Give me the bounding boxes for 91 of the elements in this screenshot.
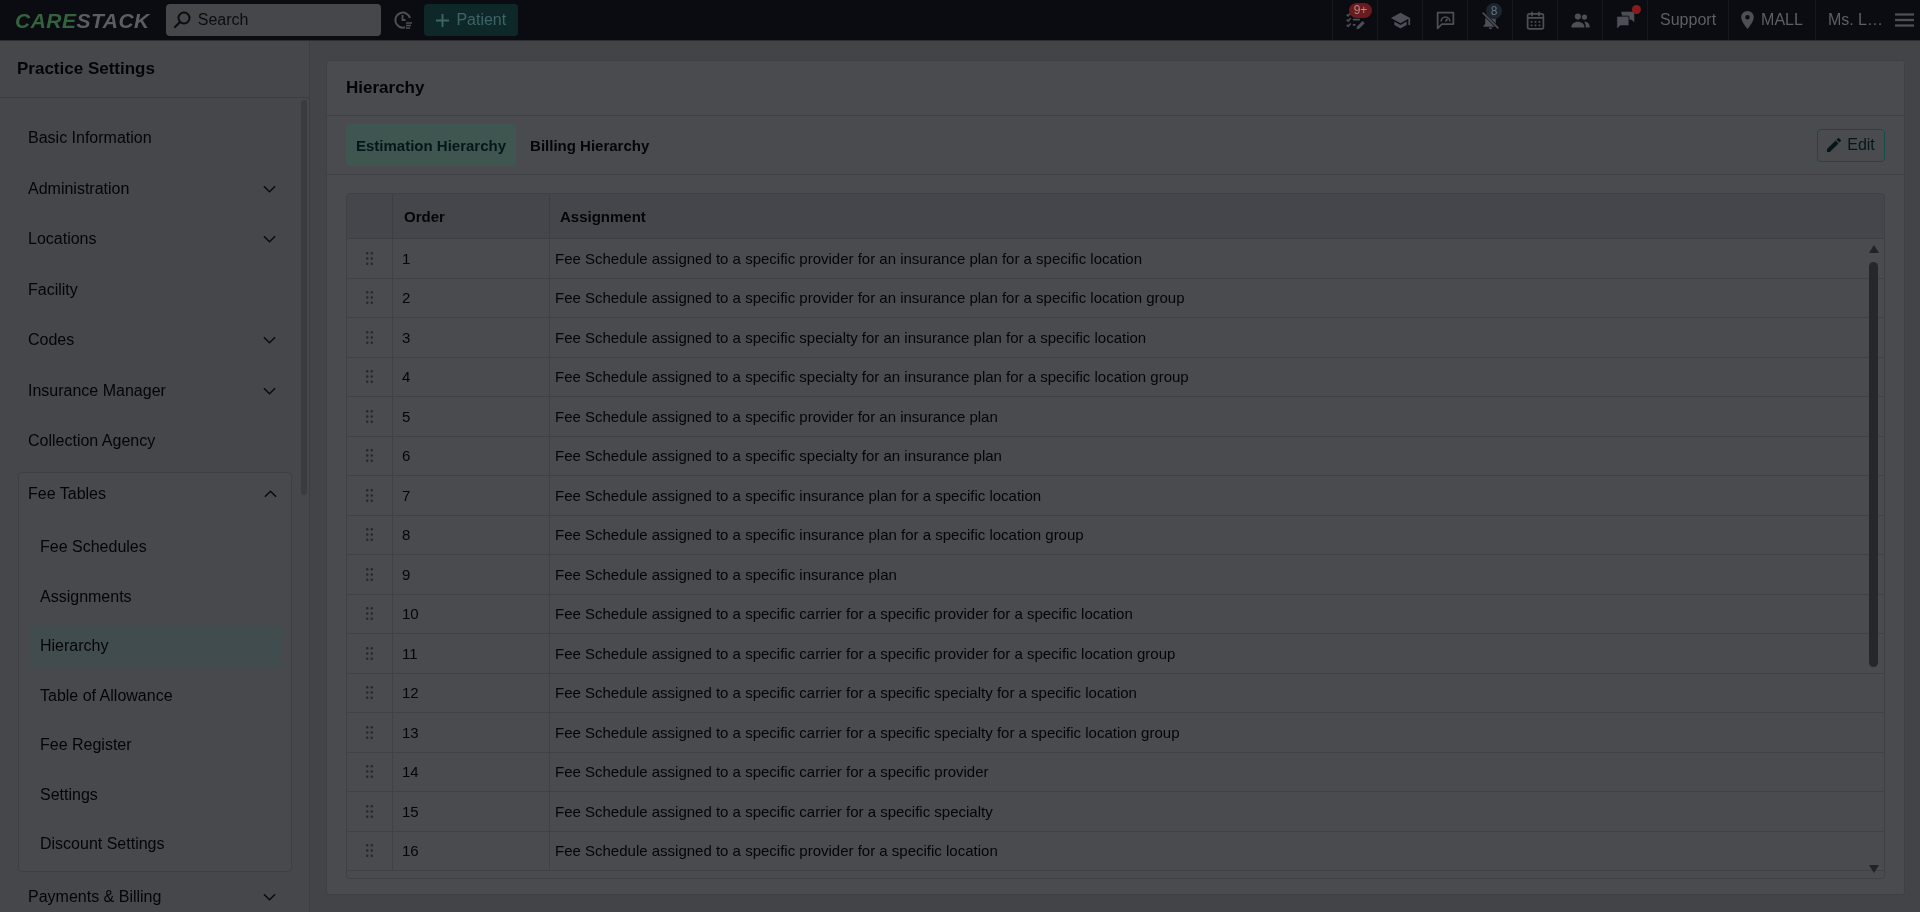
speech-bubble-gauge-icon[interactable] [1434, 9, 1456, 31]
notification-count: 8 [1486, 3, 1503, 19]
sidebar-item[interactable]: Administration [18, 163, 284, 214]
table-cell: 3 [402, 328, 411, 346]
table-cell: 6 [402, 447, 411, 465]
table-cell: Fee Schedule assigned to a specific provider for an insurance plan [555, 407, 998, 425]
drag-handle-icon[interactable] [366, 567, 373, 581]
table-cell: Fee Schedule assigned to a specific provider for an insurance plan for a specific location group [555, 289, 1185, 307]
table-cell: 16 [402, 842, 419, 860]
sidebar-item[interactable]: Basic Information [18, 113, 284, 164]
sidebar-item[interactable]: Payments & Billing [18, 872, 284, 912]
sidebar-item[interactable]: Facility [18, 264, 284, 315]
sidebar-item[interactable]: Insurance Manager [18, 365, 284, 416]
drag-handle-icon[interactable] [366, 646, 373, 660]
table-cell: 10 [402, 605, 419, 623]
tab[interactable]: Billing Hierarchy [520, 124, 660, 166]
drag-handle-icon[interactable] [366, 251, 373, 265]
sidebar-subitem[interactable]: Hierarchy [30, 625, 281, 668]
table-cell: 9 [402, 565, 411, 583]
table-cell: Fee Schedule assigned to a specific insurance plan for a specific location [555, 486, 1042, 504]
table-cell: 4 [402, 368, 411, 386]
table-cell: 1 [402, 249, 411, 267]
table-cell: Fee Schedule assigned to a specific carrier for a specific specialty for a specific location group [555, 723, 1180, 741]
search-icon [172, 11, 191, 29]
column-header: Assignment [549, 194, 646, 238]
table-cell: 11 [402, 644, 418, 662]
user-menu[interactable]: Ms. L… [1827, 11, 1883, 29]
scroll-up-arrow-icon[interactable] [1868, 245, 1879, 253]
sidebar-subitem[interactable]: Fee Register [30, 720, 281, 770]
drag-handle-icon[interactable] [366, 291, 373, 305]
drag-handle-icon[interactable] [366, 607, 373, 621]
sidebar-subitem[interactable]: Settings [30, 770, 281, 820]
table-cell: Fee Schedule assigned to a specific carrier for a specific provider for a specific location group [555, 644, 1176, 662]
drag-handle-icon[interactable] [366, 686, 373, 700]
chat-bubbles-icon[interactable] [1614, 9, 1636, 31]
drag-handle-icon[interactable] [366, 765, 373, 779]
notification-count: 9+ [1349, 3, 1373, 18]
table-cell: Fee Schedule assigned to a specific carrier for a specific specialty [555, 802, 993, 820]
table-cell: 2 [402, 289, 411, 307]
sidebar-title: Practice Settings [17, 59, 155, 79]
location-pin-icon [1741, 11, 1755, 29]
logo[interactable]: CARESTACK [15, 9, 150, 31]
table-cell: Fee Schedule assigned to a specific carrier for a specific provider [555, 763, 989, 781]
edit-button[interactable]: Edit [1817, 128, 1885, 162]
table-cell: Fee Schedule assigned to a specific insurance plan [555, 565, 897, 583]
drag-handle-icon[interactable] [366, 370, 373, 384]
table-cell: Fee Schedule assigned to a specific provider for a specific location [555, 842, 998, 860]
table-cell: Fee Schedule assigned to a specific provider for an insurance plan for a specific location [555, 249, 1142, 267]
drag-handle-icon[interactable] [366, 449, 373, 463]
scrollbar-thumb[interactable] [1869, 262, 1878, 667]
page-title: Hierarchy [346, 78, 425, 98]
sidebar-subitem[interactable]: Table of Allowance [30, 671, 281, 721]
new-patient-button[interactable]: Patient [423, 4, 518, 36]
sidebar-subitem[interactable]: Fee Schedules [30, 522, 281, 572]
tab[interactable]: Estimation Hierarchy [346, 124, 517, 166]
sidebar-item[interactable]: Fee Tables [19, 472, 291, 515]
menu-icon[interactable] [1895, 13, 1914, 27]
drag-handle-icon[interactable] [366, 330, 373, 344]
drag-handle-icon[interactable] [366, 844, 373, 858]
drag-handle-icon[interactable] [366, 528, 373, 542]
table-cell: Fee Schedule assigned to a specific specialty for an insurance plan [555, 447, 1002, 465]
sidebar-item[interactable]: Codes [18, 315, 284, 366]
calendar-icon[interactable] [1524, 9, 1546, 31]
location-selector[interactable]: MALL [1741, 11, 1803, 29]
plus-icon [435, 12, 451, 28]
drag-handle-icon[interactable] [366, 804, 373, 818]
table-cell: Fee Schedule assigned to a specific carrier for a specific provider for a specific location [555, 605, 1133, 623]
search-field[interactable]: Search [165, 4, 381, 36]
clock-icon[interactable] [392, 10, 413, 30]
table-cell: Fee Schedule assigned to a specific specialty for an insurance plan for a specific location [555, 328, 1147, 346]
drag-handle-icon[interactable] [366, 725, 373, 739]
pencil-icon [1827, 138, 1842, 152]
table-cell: 7 [402, 486, 411, 504]
drag-handle-icon[interactable] [366, 488, 373, 502]
table-cell: 13 [402, 723, 419, 741]
table-cell: 12 [402, 684, 419, 702]
table-cell: Fee Schedule assigned to a specific insurance plan for a specific location group [555, 526, 1084, 544]
table-cell: 5 [402, 407, 411, 425]
sidebar-subitem[interactable]: Discount Settings [30, 819, 281, 869]
support-link[interactable]: Support [1660, 11, 1717, 29]
table-cell: 15 [402, 802, 419, 820]
table-cell: Fee Schedule assigned to a specific specialty for an insurance plan for a specific location group [555, 368, 1189, 386]
sidebar-item[interactable]: Collection Agency [18, 416, 284, 467]
column-header: Order [392, 194, 445, 238]
table-cell: 8 [402, 526, 411, 544]
scroll-down-arrow-icon[interactable] [1868, 865, 1879, 873]
table-cell: Fee Schedule assigned to a specific carrier for a specific specialty for a specific location [555, 684, 1137, 702]
sidebar-subitem[interactable]: Assignments [30, 572, 281, 622]
sidebar-item[interactable]: Locations [18, 214, 284, 265]
drag-handle-icon[interactable] [366, 409, 373, 423]
table-cell: 14 [402, 763, 419, 781]
